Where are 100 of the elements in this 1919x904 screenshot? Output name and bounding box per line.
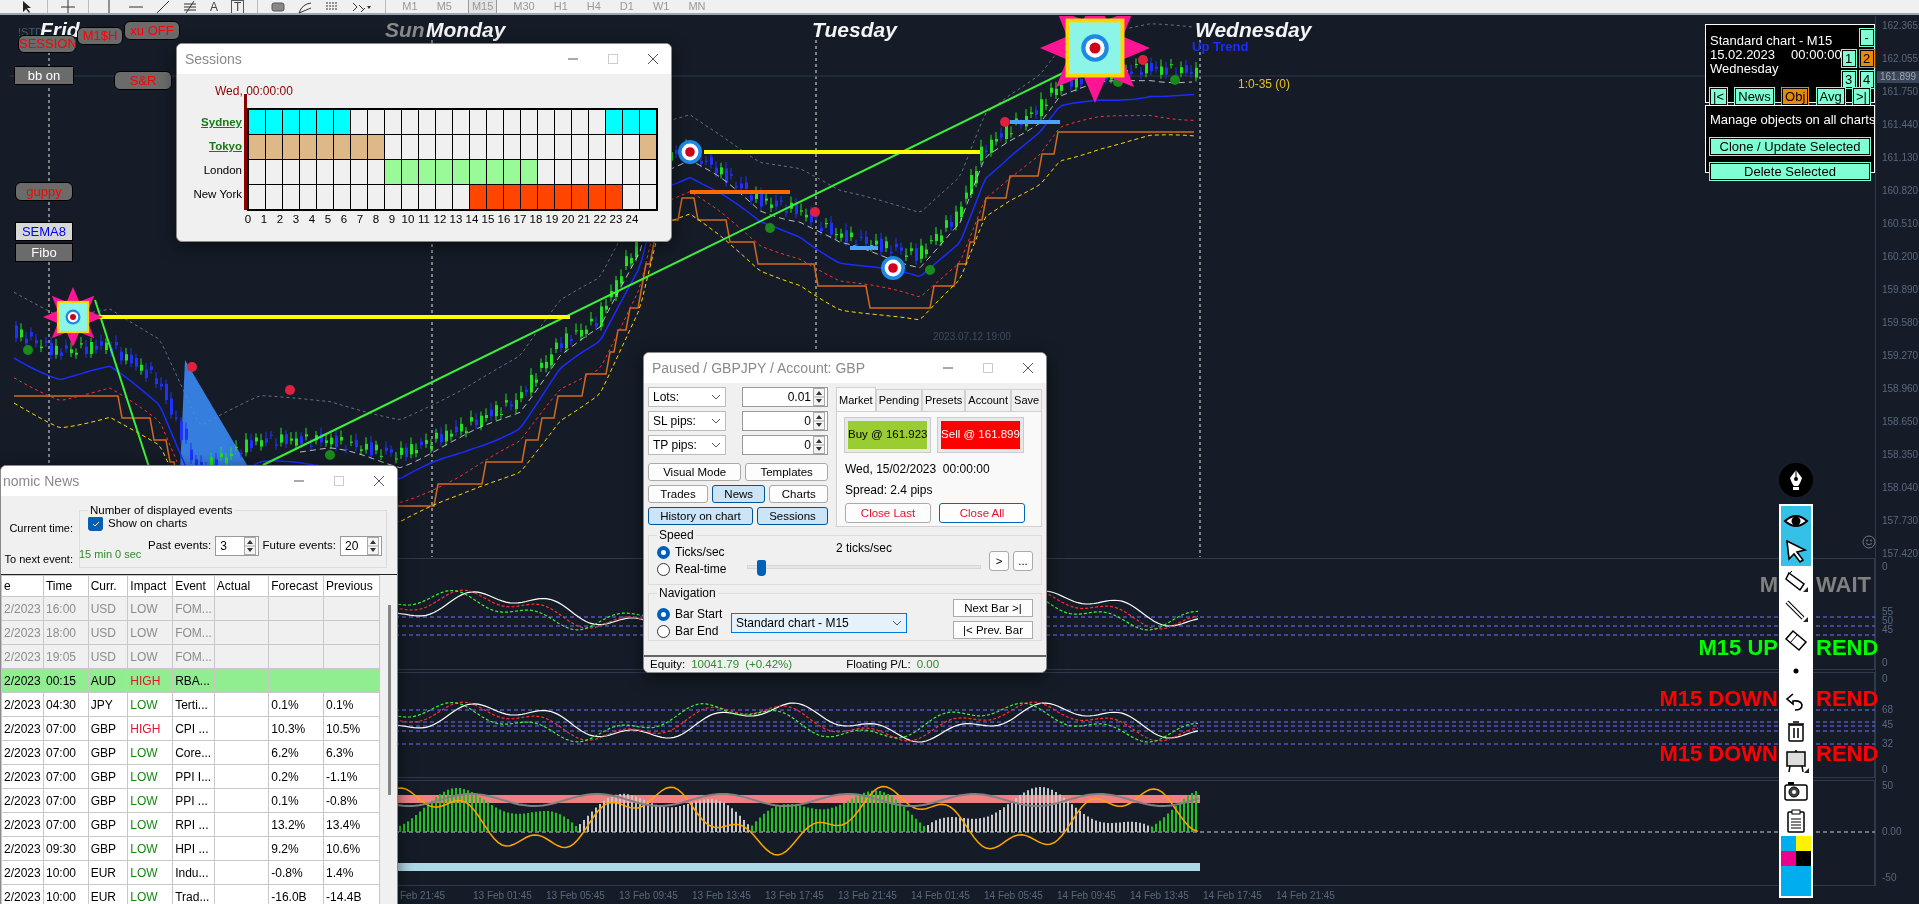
radio-button[interactable] <box>657 562 670 576</box>
radio-button[interactable] <box>657 607 670 621</box>
day-label: Wednesday <box>1195 18 1312 42</box>
chart-button[interactable]: bb on <box>14 66 74 85</box>
buy-button[interactable]: Buy @ 161.923 <box>845 417 930 452</box>
tool-button[interactable] <box>1781 506 1811 536</box>
button[interactable]: ... <box>1013 550 1033 571</box>
pen-nib-icon[interactable] <box>1779 463 1813 497</box>
chart-number-button[interactable]: 3 <box>1841 71 1856 88</box>
time-label: 14 Feb 21:45 <box>1276 889 1335 903</box>
chart-number-button[interactable]: 2 <box>1859 50 1874 67</box>
star-badge <box>43 287 103 347</box>
crosshair-icon[interactable] <box>61 0 75 13</box>
table-cell: 2/2023 <box>1 716 44 741</box>
marker-icon <box>1783 568 1809 594</box>
button[interactable]: News <box>712 485 766 503</box>
panel-button[interactable]: >| <box>1853 88 1870 105</box>
button[interactable]: |< Prev. Bar <box>953 620 1033 639</box>
minimize-button[interactable]: - <box>1859 29 1874 46</box>
countdown-text: 15 min 0 sec <box>79 548 142 560</box>
color-palette-icon[interactable] <box>1781 836 1811 896</box>
panel-button[interactable]: |< <box>1710 88 1727 105</box>
scrollbar[interactable] <box>388 605 391 795</box>
panel-button[interactable]: News <box>1735 88 1774 105</box>
session-label[interactable]: Tokyo <box>209 134 242 158</box>
session-label: New York <box>193 187 242 202</box>
panel-button[interactable]: Delete Selected <box>1710 162 1870 180</box>
rectangle-icon[interactable] <box>271 0 286 13</box>
close-icon[interactable] <box>1022 362 1034 374</box>
group-title: Navigation <box>657 585 718 600</box>
dropdown[interactable]: TP pips: <box>648 435 726 455</box>
chart-number-button[interactable]: 4 <box>1859 71 1874 88</box>
tab[interactable]: Market <box>836 387 876 411</box>
tab[interactable]: Presets <box>922 389 966 411</box>
time-label: 14 Feb 13:45 <box>1130 889 1189 903</box>
time-label: 13 Feb 17:45 <box>765 889 824 903</box>
close-all-button[interactable]: Close All <box>939 502 1025 523</box>
signal-label: M15 DOWN <box>1659 687 1778 711</box>
table-cell: 2/2023 <box>1 860 44 885</box>
trend-line-icon[interactable] <box>156 0 170 13</box>
number-field[interactable]: 0 <box>742 411 828 431</box>
close-icon[interactable] <box>373 475 385 487</box>
tab[interactable]: Account <box>965 389 1012 411</box>
chart-button[interactable]: Fibo <box>15 243 73 262</box>
table-cell: 2/2023 <box>1 788 44 813</box>
column-header[interactable]: Impact <box>127 575 173 597</box>
panel-button[interactable]: Obj <box>1782 88 1809 105</box>
slider-thumb[interactable] <box>757 559 766 576</box>
close-last-button[interactable]: Close Last <box>845 502 931 523</box>
fan-lines-icon[interactable] <box>298 0 313 13</box>
panel-button[interactable]: Clone / Update Selected <box>1710 137 1870 155</box>
dropdown[interactable]: Standard chart - M15 <box>731 612 907 633</box>
number-field[interactable]: 3 <box>215 536 260 556</box>
panel-button[interactable]: Avg <box>1816 88 1845 105</box>
chart-name: Standard chart - M15 <box>1710 34 1834 48</box>
button[interactable]: Templates <box>745 463 828 481</box>
signal-label: REND <box>1816 742 1879 766</box>
scale-label: -50 <box>1882 872 1897 884</box>
number-field[interactable]: 0.01 <box>742 387 828 407</box>
chart-button[interactable]: SEMA8 <box>15 222 73 241</box>
column-header[interactable]: Previous <box>323 575 380 597</box>
button[interactable]: Visual Mode <box>648 463 742 481</box>
tool-button[interactable] <box>1781 536 1811 566</box>
text-tool[interactable]: T <box>231 0 245 13</box>
button[interactable]: Next Bar >| <box>953 598 1033 617</box>
signal-label: M15 DOWN <box>1659 742 1778 766</box>
signal-label: REND <box>1816 636 1879 660</box>
column-header[interactable]: Time <box>43 575 89 597</box>
column-header[interactable]: Forecast <box>268 575 324 597</box>
button[interactable]: > <box>989 550 1009 571</box>
button[interactable]: Sessions <box>756 507 828 525</box>
column-header[interactable]: Curr. <box>88 575 128 597</box>
dropdown[interactable]: Lots: <box>648 387 726 407</box>
sell-button[interactable]: Sell @ 161.899 <box>938 417 1023 452</box>
close-icon[interactable] <box>647 53 659 65</box>
column-header[interactable]: Event <box>172 575 215 597</box>
day-label: Sun <box>385 18 425 42</box>
tab[interactable]: Save <box>1011 389 1043 411</box>
number-field[interactable]: 0 <box>742 435 828 455</box>
button[interactable]: Trades <box>648 485 709 503</box>
radio-label: Ticks/sec <box>675 544 725 561</box>
grid-lines-icon[interactable] <box>183 0 197 13</box>
hour-label: 7 <box>355 212 365 227</box>
field-label: Current time: <box>9 521 73 536</box>
radio-button[interactable] <box>657 624 670 638</box>
dropdown[interactable]: SL pips: <box>648 411 726 431</box>
column-header[interactable]: e <box>1 575 44 597</box>
field-label: Future events: <box>262 538 336 554</box>
signal-dot <box>810 207 820 217</box>
tab[interactable]: Pending <box>875 389 922 411</box>
text-tool[interactable]: A <box>210 0 218 13</box>
column-header[interactable]: Actual <box>214 575 269 597</box>
radio-button[interactable] <box>657 545 670 559</box>
number-field[interactable]: 20 <box>340 536 382 556</box>
button[interactable]: Charts <box>769 485 828 503</box>
button[interactable]: History on chart <box>648 507 753 525</box>
session-label[interactable]: Sydney <box>201 110 242 134</box>
shapes-icon[interactable] <box>352 0 373 13</box>
chart-number-button[interactable]: 1 <box>1841 50 1856 67</box>
caret-icon <box>711 442 721 448</box>
